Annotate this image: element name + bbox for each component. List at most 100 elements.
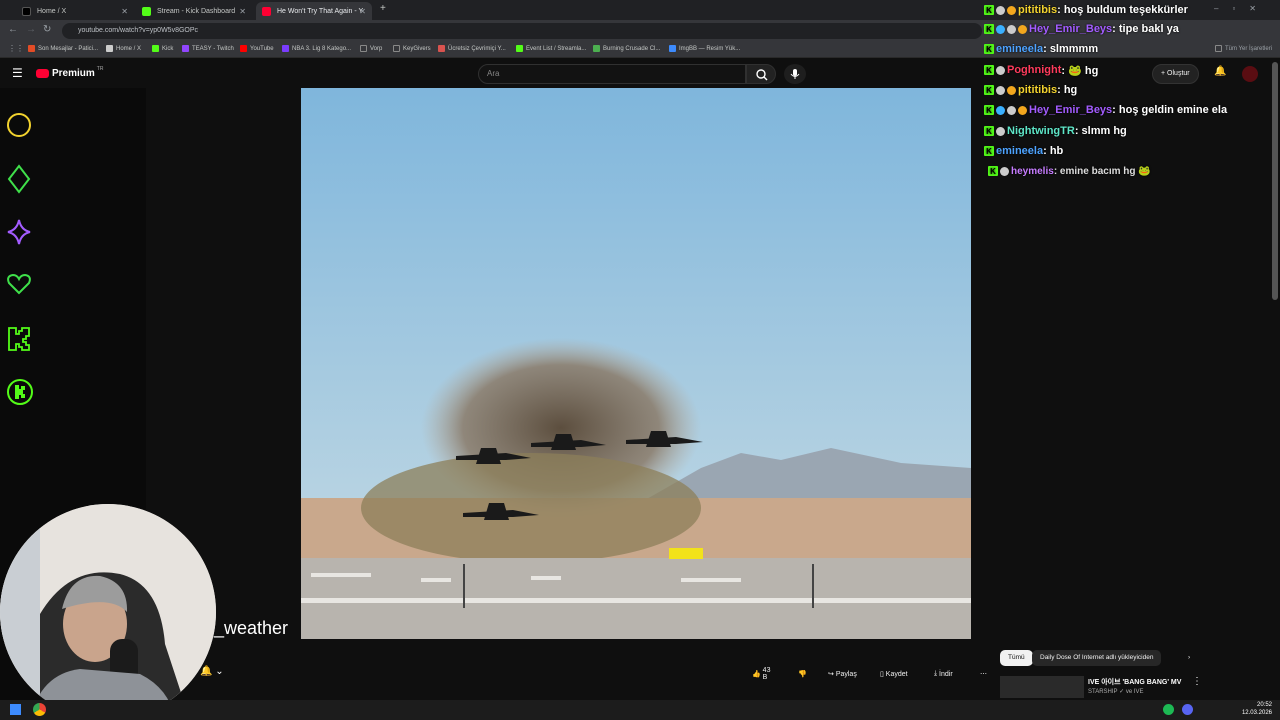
- chat-message: K Hey_Emir_Beys: tipe bakl ya: [976, 19, 1179, 39]
- video-frame: [301, 88, 971, 639]
- chat-text: : 🐸 hg: [1061, 64, 1099, 77]
- chat-username[interactable]: emineela: [996, 43, 1043, 55]
- bookmark-label: Kick: [162, 45, 174, 52]
- bookmark-folder[interactable]: Vorp: [360, 45, 382, 52]
- bookmark-label: NBA 3. Lig 8 Katego...: [292, 45, 352, 52]
- apps-icon[interactable]: ⋮⋮: [8, 44, 24, 53]
- bookmark-label: YouTube: [250, 45, 274, 52]
- chat-username[interactable]: pititibis: [1018, 4, 1057, 16]
- close-icon[interactable]: ✕: [359, 7, 366, 16]
- bookmark-item[interactable]: Burning Crusade Cl...: [593, 45, 660, 52]
- share-label: Paylaş: [835, 670, 857, 678]
- bookmark-label: Burning Crusade Cl...: [603, 45, 661, 52]
- chat-text: : slmmmm: [1043, 43, 1099, 55]
- logo-text: Premium: [52, 68, 95, 79]
- more-icon[interactable]: ⋮: [1192, 676, 1202, 687]
- reload-icon[interactable]: ↻: [43, 24, 51, 35]
- bookmark-item[interactable]: Event List / Streamla...: [516, 45, 586, 52]
- twitch-icon: [182, 45, 189, 52]
- bookmark-label: Home / X: [116, 45, 142, 52]
- tab-kick-dashboard[interactable]: Stream - Kick Dashboard ✕: [136, 2, 252, 20]
- bookmark-item[interactable]: Ücretsiz Çevrimiçi Y...: [438, 45, 506, 52]
- rec-thumbnail[interactable]: [1000, 676, 1084, 698]
- chat-username[interactable]: Hey_Emir_Beys: [1029, 23, 1112, 35]
- tab-youtube-video[interactable]: He Won't Try That Again - Y ✕: [256, 2, 372, 20]
- kick-badge-icon: K: [984, 65, 994, 75]
- chevron-right-icon[interactable]: ›: [1180, 650, 1198, 666]
- chat-username[interactable]: Hey_Emir_Beys: [1029, 104, 1112, 116]
- search-input[interactable]: Ara: [478, 64, 746, 84]
- chat-username[interactable]: Poghnight: [1007, 64, 1061, 76]
- bookmark-item[interactable]: NBA 3. Lig 8 Katego...: [282, 45, 351, 52]
- kick-icon: [152, 45, 159, 52]
- download-label: İndir: [939, 670, 953, 678]
- spotify-icon[interactable]: [1163, 704, 1174, 715]
- bookmark-label: TEASY - Twitch: [192, 45, 234, 52]
- chat-username[interactable]: emineela: [996, 145, 1043, 157]
- menu-icon[interactable]: ☰: [12, 66, 23, 80]
- youtube-icon: [240, 45, 247, 52]
- video-player[interactable]: [301, 88, 971, 639]
- bookmark-item[interactable]: Home / X: [106, 45, 141, 52]
- x-icon: [106, 45, 113, 52]
- chat-username[interactable]: heymelis: [1011, 166, 1054, 177]
- bookmark-item[interactable]: Kick: [152, 45, 173, 52]
- download-button[interactable]: ⤓ İndir: [928, 664, 959, 684]
- chat-text: : hoş buldum teşekkürler: [1057, 4, 1188, 16]
- bookmark-label: Ücretsiz Çevrimiçi Y...: [448, 45, 506, 52]
- gift-badge-icon: [1018, 105, 1027, 115]
- close-icon[interactable]: ✕: [239, 7, 246, 16]
- url-field[interactable]: youtube.com/watch?v=yp0W5v8GOPc: [62, 23, 982, 39]
- plus-icon[interactable]: +: [380, 3, 386, 14]
- chat-username[interactable]: pititibis: [1018, 84, 1057, 96]
- bookmark-item[interactable]: ImgBB — Resim Yük...: [669, 45, 740, 52]
- kick-k-icon: [8, 327, 30, 351]
- chip-all[interactable]: Tümü: [1000, 650, 1033, 666]
- more-options-button[interactable]: ⋯: [974, 664, 993, 684]
- diamond-shape: [7, 164, 31, 194]
- webcam-overlay: [0, 504, 216, 720]
- dislike-button[interactable]: 👎: [792, 664, 813, 684]
- bookmark-label: Vorp: [370, 45, 383, 52]
- bookmark-icon: [438, 45, 445, 52]
- bookmark-icon: [669, 45, 676, 52]
- youtube-logo[interactable]: Premium TR: [36, 66, 103, 79]
- close-icon[interactable]: ✕: [121, 7, 128, 16]
- folder-icon: [393, 45, 400, 52]
- system-clock[interactable]: 20:52 12.03.2026: [1238, 701, 1272, 717]
- sub-badge-icon: [1007, 105, 1016, 115]
- discord-icon[interactable]: [1182, 704, 1193, 715]
- windows-start-icon[interactable]: [10, 704, 21, 715]
- like-button[interactable]: 👍 43 B: [746, 664, 776, 684]
- bookmark-icon: [593, 45, 600, 52]
- kick-badge-icon: K: [984, 126, 994, 136]
- chrome-icon[interactable]: [33, 703, 46, 716]
- rec-title[interactable]: IVE 아이브 'BANG BANG' MV: [1088, 677, 1181, 687]
- youtube-play-icon: [36, 69, 49, 78]
- chat-message: K Poghnight: 🐸 hg: [976, 60, 1098, 80]
- tab-home-x[interactable]: Home / X ✕: [16, 2, 134, 20]
- bookmark-item[interactable]: Son Mesajlar - Patici...: [28, 45, 98, 52]
- sub-badge-icon: [1000, 166, 1009, 176]
- chat-overlay: Kpititibis: hoş buldum teşekkürler K Hey_…: [976, 0, 1280, 182]
- save-button[interactable]: ▯ Kaydet: [874, 664, 914, 684]
- voice-search-button[interactable]: [784, 64, 806, 84]
- bookmark-folder[interactable]: KeyGivers: [393, 45, 431, 52]
- verified-badge-icon: [996, 24, 1005, 34]
- gift-badge-icon: [1007, 5, 1016, 15]
- bookmark-item[interactable]: TEASY - Twitch: [182, 45, 234, 52]
- scrollbar-thumb[interactable]: [1272, 62, 1278, 300]
- chip-uploader[interactable]: Daily Dose Of Internet adlı yükleyiciden: [1032, 650, 1162, 666]
- bookmark-item[interactable]: YouTube: [240, 45, 274, 52]
- sub-badge-icon: [996, 5, 1005, 15]
- kick-badge-icon: K: [984, 44, 994, 54]
- share-button[interactable]: ↪ Paylaş: [822, 664, 863, 684]
- heart-shape: [7, 273, 31, 295]
- back-icon[interactable]: ←: [8, 24, 18, 35]
- forward-icon[interactable]: →: [26, 24, 36, 35]
- chat-username[interactable]: NightwingTR: [1007, 125, 1075, 137]
- chat-message: Kpititibis: hg: [976, 80, 1077, 100]
- streamer-camera: [0, 504, 216, 720]
- search-button[interactable]: [746, 64, 776, 84]
- notification-bell-button[interactable]: 🔔 ⌄: [200, 666, 224, 677]
